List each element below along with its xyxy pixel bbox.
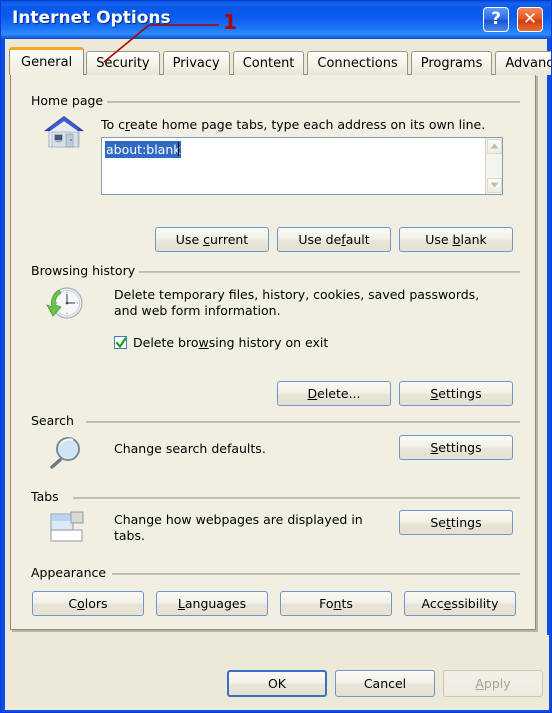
group-divider [136, 271, 520, 273]
textarea-scrollbar[interactable] [485, 138, 502, 194]
languages-button[interactable]: Languages [156, 591, 268, 616]
browsing-history-group-label: Browsing history [28, 263, 140, 278]
appearance-group-label: Appearance [28, 565, 111, 580]
browsing-history-description-line1: Delete temporary files, history, cookies… [114, 287, 480, 302]
use-default-button[interactable]: Use default [277, 227, 391, 252]
group-divider [86, 421, 520, 423]
group-divider [104, 101, 520, 103]
magnifier-icon [47, 431, 87, 471]
cancel-button[interactable]: Cancel [335, 670, 435, 697]
search-settings-button[interactable]: Settings [399, 435, 513, 460]
checkbox-label: Delete browsing history on exit [133, 335, 329, 350]
browser-tabs-icon [47, 505, 89, 545]
colors-button[interactable]: Colors [32, 591, 144, 616]
title-bar[interactable]: Internet Options ? ✕ [1, 1, 551, 39]
browsing-history-settings-button[interactable]: Settings [399, 381, 513, 406]
clock-history-icon [44, 283, 86, 323]
window-title: Internet Options [12, 8, 171, 28]
annotation-label: 1 [223, 10, 237, 34]
internet-options-dialog: Internet Options ? ✕ 1 General Security … [0, 0, 552, 713]
delete-button[interactable]: Delete... [277, 381, 391, 406]
scroll-up-icon[interactable] [487, 139, 502, 154]
tabs-description-line1: Change how webpages are displayed in [114, 512, 363, 527]
scroll-down-icon[interactable] [487, 178, 502, 193]
group-divider [112, 573, 520, 575]
window-frame-left [1, 1, 5, 712]
dialog-footer: OK Cancel Apply [5, 635, 549, 710]
group-divider [73, 497, 520, 499]
search-description: Change search defaults. [114, 441, 266, 456]
use-blank-button[interactable]: Use blank [399, 227, 513, 252]
home-page-value: about:blank [105, 141, 181, 158]
tab-general[interactable]: General [9, 47, 85, 75]
tab-connections[interactable]: Connections [307, 51, 408, 75]
use-current-button[interactable]: Use current [155, 227, 269, 252]
tabs-settings-button[interactable]: Settings [399, 510, 513, 535]
close-icon[interactable]: ✕ [517, 7, 543, 32]
tab-content[interactable]: Content [232, 51, 305, 75]
tab-advanced[interactable]: Advanced [495, 51, 551, 75]
browsing-history-description-line2: and web form information. [114, 303, 281, 318]
search-group-label: Search [28, 413, 78, 428]
home-page-description: To create home page tabs, type each addr… [101, 117, 486, 132]
help-icon[interactable]: ? [483, 7, 509, 32]
tab-privacy[interactable]: Privacy [162, 51, 230, 75]
accessibility-button[interactable]: Accessibility [404, 591, 516, 616]
tab-programs[interactable]: Programs [410, 51, 493, 75]
checkbox-box[interactable] [114, 336, 127, 349]
window-frame-right [547, 1, 551, 712]
house-icon [42, 112, 86, 152]
tabs-group-label: Tabs [28, 489, 63, 504]
delete-history-on-exit-checkbox[interactable]: Delete browsing history on exit [114, 335, 328, 350]
fonts-button[interactable]: Fonts [280, 591, 392, 616]
home-page-input[interactable]: about:blank [101, 137, 503, 195]
tab-security[interactable]: Security [86, 51, 160, 75]
ok-button[interactable]: OK [227, 670, 327, 697]
general-tab-panel: Home page To create home page tabs, type… [10, 74, 536, 630]
text-caret [178, 142, 179, 156]
tabs-description-line2: tabs. [114, 528, 145, 543]
tab-strip: General Security Privacy Content Connect… [9, 47, 551, 75]
apply-button: Apply [443, 670, 543, 697]
home-page-group-label: Home page [28, 93, 108, 108]
